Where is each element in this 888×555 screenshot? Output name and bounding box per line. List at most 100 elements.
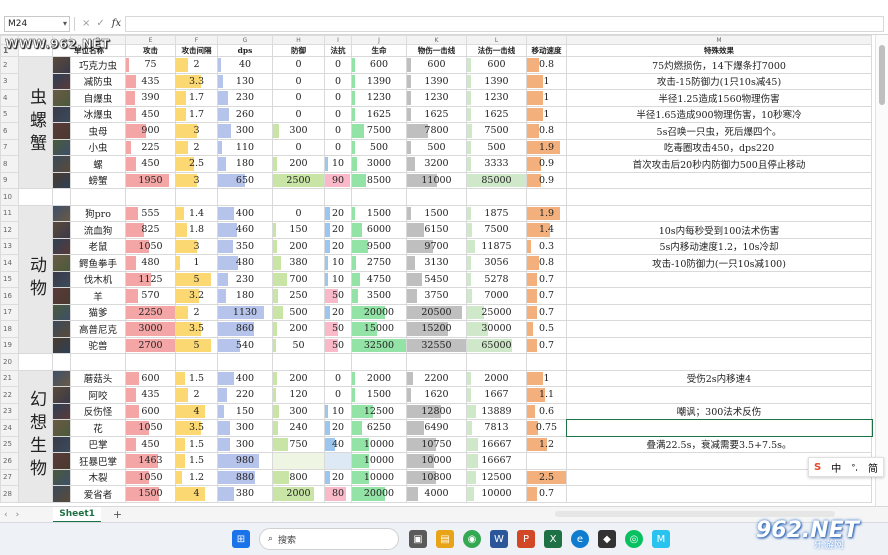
phys-threshold-cell[interactable]: 20500 — [406, 303, 467, 321]
defense-cell[interactable] — [272, 452, 325, 470]
magic-threshold-cell[interactable]: 11875 — [466, 237, 527, 255]
interval-cell[interactable]: 3 — [175, 237, 218, 255]
row-header[interactable]: 5 — [0, 105, 19, 123]
sheet-grid[interactable]: D E F G H I J K L M 1 单位名称 攻击 攻击间隔 dps 防御 法抗 生命 物伤一击线 法伤一击线… — [0, 35, 875, 506]
magic-threshold-cell[interactable]: 25000 — [466, 303, 527, 321]
attack-cell[interactable]: 75 — [125, 56, 176, 74]
wechat-icon[interactable]: ◎ — [625, 530, 643, 548]
interval-cell[interactable]: 1.7 — [175, 105, 218, 123]
dps-cell[interactable]: 650 — [217, 171, 273, 189]
unit-name-cell[interactable]: 驼兽 — [70, 336, 126, 354]
magic-threshold-cell[interactable]: 3056 — [466, 254, 527, 272]
empty-cell[interactable] — [466, 188, 527, 206]
row-header[interactable]: 19 — [0, 336, 19, 354]
interval-cell[interactable]: 1.5 — [175, 452, 218, 470]
magic-threshold-cell[interactable]: 500 — [466, 138, 527, 156]
attack-cell[interactable]: 450 — [125, 435, 176, 453]
header-cell[interactable]: dps — [217, 44, 273, 57]
unit-portrait-icon[interactable] — [52, 204, 71, 222]
defense-cell[interactable]: 380 — [272, 254, 325, 272]
unit-portrait-icon[interactable] — [52, 105, 71, 123]
unit-portrait-icon[interactable] — [52, 270, 71, 288]
unit-portrait-icon[interactable] — [52, 419, 71, 437]
unit-name-cell[interactable]: 羊 — [70, 287, 126, 305]
special-effect-cell[interactable]: 半径1.25造成1560物理伤害 — [566, 89, 872, 107]
row-header[interactable]: 26 — [0, 452, 19, 470]
column-header[interactable]: E — [125, 35, 176, 45]
attack-cell[interactable]: 435 — [125, 72, 176, 90]
special-effect-cell[interactable] — [566, 270, 872, 288]
defense-cell[interactable]: 2000 — [272, 485, 325, 503]
special-effect-cell[interactable] — [566, 171, 872, 189]
phys-threshold-cell[interactable]: 5450 — [406, 270, 467, 288]
attack-cell[interactable]: 900 — [125, 122, 176, 140]
windows-start-icon[interactable]: ⊞ — [232, 530, 250, 548]
attack-cell[interactable]: 480 — [125, 254, 176, 272]
defense-cell[interactable]: 500 — [272, 303, 325, 321]
unit-name-cell[interactable]: 减防虫 — [70, 72, 126, 90]
magic-threshold-cell[interactable]: 1875 — [466, 204, 527, 222]
header-cell[interactable]: 生命 — [351, 44, 407, 57]
phys-threshold-cell[interactable]: 1620 — [406, 386, 467, 404]
move-speed-cell[interactable]: 1.1 — [526, 386, 567, 404]
dps-cell[interactable]: 300 — [217, 419, 273, 437]
move-speed-cell[interactable]: 1.9 — [526, 204, 567, 222]
magic-threshold-cell[interactable]: 7500 — [466, 221, 527, 239]
resist-cell[interactable]: 10 — [324, 270, 352, 288]
app-icon[interactable]: ◆ — [598, 530, 616, 548]
interval-cell[interactable]: 3.5 — [175, 419, 218, 437]
resist-cell[interactable]: 0 — [324, 386, 352, 404]
move-speed-cell[interactable]: 1.2 — [526, 435, 567, 453]
unit-portrait-icon[interactable] — [52, 237, 71, 255]
interval-cell[interactable]: 1.7 — [175, 89, 218, 107]
attack-cell[interactable]: 1125 — [125, 270, 176, 288]
app-icon-2[interactable]: M — [652, 530, 670, 548]
moon-icon[interactable]: °, — [851, 463, 858, 472]
defense-cell[interactable]: 0 — [272, 204, 325, 222]
move-speed-cell[interactable] — [526, 452, 567, 470]
phys-threshold-cell[interactable]: 9700 — [406, 237, 467, 255]
column-header[interactable]: J — [351, 35, 407, 45]
move-speed-cell[interactable]: 0.6 — [526, 402, 567, 420]
interval-cell[interactable]: 2 — [175, 303, 218, 321]
defense-cell[interactable]: 0 — [272, 56, 325, 74]
row-header[interactable]: 27 — [0, 468, 19, 486]
defense-cell[interactable]: 300 — [272, 402, 325, 420]
hp-cell[interactable]: 1500 — [351, 386, 407, 404]
unit-portrait-icon[interactable] — [52, 254, 71, 272]
defense-cell[interactable]: 700 — [272, 270, 325, 288]
resist-cell[interactable]: 10 — [324, 402, 352, 420]
file-explorer-icon[interactable]: ▤ — [436, 530, 454, 548]
phys-threshold-cell[interactable]: 1390 — [406, 72, 467, 90]
empty-cell[interactable] — [217, 188, 273, 206]
row-header[interactable]: 16 — [0, 287, 19, 305]
resist-cell[interactable]: 0 — [324, 72, 352, 90]
unit-name-cell[interactable]: 爱省者 — [70, 485, 126, 503]
dps-cell[interactable]: 180 — [217, 287, 273, 305]
interval-cell[interactable]: 5 — [175, 270, 218, 288]
special-effect-cell[interactable] — [566, 485, 872, 503]
confirm-icon[interactable]: ✓ — [96, 18, 104, 29]
header-cell[interactable]: 法抗 — [324, 44, 352, 57]
interval-cell[interactable]: 3.5 — [175, 320, 218, 338]
task-view-icon[interactable]: ▣ — [409, 530, 427, 548]
move-speed-cell[interactable]: 0.9 — [526, 155, 567, 173]
hp-cell[interactable]: 10000 — [351, 468, 407, 486]
empty-cell[interactable] — [324, 188, 352, 206]
unit-portrait-icon[interactable] — [52, 221, 71, 239]
magic-threshold-cell[interactable]: 7000 — [466, 287, 527, 305]
row-header[interactable]: 20 — [0, 353, 19, 371]
dps-cell[interactable]: 130 — [217, 72, 273, 90]
move-speed-cell[interactable]: 1.4 — [526, 221, 567, 239]
empty-cell[interactable] — [52, 188, 71, 206]
empty-cell[interactable] — [70, 353, 126, 371]
hp-cell[interactable]: 6250 — [351, 419, 407, 437]
dps-cell[interactable]: 400 — [217, 204, 273, 222]
phys-threshold-cell[interactable]: 32550 — [406, 336, 467, 354]
interval-cell[interactable]: 2.5 — [175, 155, 218, 173]
special-effect-cell[interactable] — [566, 386, 872, 404]
magic-threshold-cell[interactable]: 600 — [466, 56, 527, 74]
attack-cell[interactable]: 1463 — [125, 452, 176, 470]
phys-threshold-cell[interactable]: 15200 — [406, 320, 467, 338]
move-speed-cell[interactable]: 0.7 — [526, 287, 567, 305]
